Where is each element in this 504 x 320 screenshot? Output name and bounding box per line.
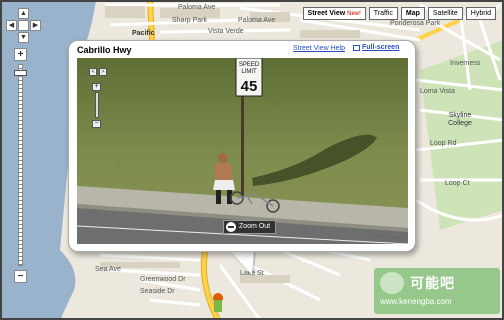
pan-right-button[interactable]: ▶ bbox=[30, 20, 41, 31]
zoom-out-icon bbox=[226, 222, 236, 232]
zoom-slider-thumb[interactable] bbox=[14, 70, 27, 76]
street-label: Paloma Ave bbox=[178, 4, 216, 11]
street-label: Sea Ave bbox=[95, 266, 121, 273]
street-label: Greenwood Dr bbox=[140, 276, 186, 283]
panorama-image: SPEED LIMIT 45 bbox=[77, 58, 408, 244]
street-view-label: Street View bbox=[307, 10, 346, 17]
sign-text-mid: LIMIT bbox=[241, 69, 257, 75]
satellite-button[interactable]: Satellite bbox=[427, 7, 463, 20]
street-label: Loop Ct bbox=[445, 180, 470, 187]
fullscreen-icon bbox=[353, 44, 360, 51]
info-window-tail bbox=[230, 251, 254, 275]
watermark-logo-icon bbox=[380, 272, 404, 294]
info-window-title: Cabrillo Hwy bbox=[77, 45, 132, 55]
zoom-slider-rail[interactable] bbox=[18, 64, 23, 266]
fullscreen-link[interactable]: Full-screen bbox=[353, 44, 399, 51]
traffic-button[interactable]: Traffic bbox=[368, 7, 398, 20]
street-view-button[interactable]: Street View New! bbox=[302, 7, 366, 20]
zoom-slider-rail[interactable] bbox=[95, 92, 99, 118]
pan-down-button[interactable]: ▼ bbox=[18, 32, 29, 43]
pan-up-button[interactable]: ▲ bbox=[18, 8, 29, 19]
pan-right-button[interactable]: > bbox=[99, 68, 107, 76]
map-type-buttons: Street View New! Traffic Map Satellite H… bbox=[302, 7, 496, 20]
pan-left-button[interactable]: < bbox=[89, 68, 97, 76]
watermark-url: www.kenengba.com bbox=[380, 297, 452, 306]
street-view-panorama[interactable]: SPEED LIMIT 45 < > + − Zoom Out © 2007 G… bbox=[77, 58, 408, 244]
street-view-help-link[interactable]: Street View Help bbox=[293, 45, 345, 52]
pan-left-button[interactable]: ◀ bbox=[6, 20, 17, 31]
sign-text-top: SPEED bbox=[239, 62, 260, 68]
street-label: Loop Rd bbox=[430, 140, 457, 147]
street-label: Sharp Park bbox=[172, 17, 208, 24]
zoom-out-button[interactable]: − bbox=[14, 270, 27, 283]
street-label: Ponderosa Park bbox=[390, 20, 441, 27]
street-label: Inverness bbox=[450, 60, 481, 67]
copyright: © 2007 Google bbox=[368, 235, 402, 241]
zoom-control: + − bbox=[14, 48, 28, 284]
map-button[interactable]: Map bbox=[400, 7, 425, 20]
new-badge: New! bbox=[347, 11, 361, 17]
area-label-skyline-college: Skyline College bbox=[448, 112, 472, 127]
street-view-info-window: Cabrillo Hwy Street View Help Full-scree… bbox=[68, 40, 416, 252]
zoom-in-button[interactable]: + bbox=[92, 83, 101, 91]
zoom-out-pill[interactable]: Zoom Out bbox=[223, 220, 277, 234]
watermark-chinese: 可能吧 bbox=[410, 275, 455, 291]
street-label: Pacific bbox=[132, 30, 155, 37]
street-label: Paloma Ave bbox=[238, 17, 276, 24]
pan-control: ▲ ◀ ▶ ▼ bbox=[6, 8, 42, 44]
pan-center-button[interactable] bbox=[18, 20, 29, 31]
hybrid-button[interactable]: Hybrid bbox=[465, 7, 496, 20]
street-label: Loma Vista bbox=[420, 88, 455, 95]
watermark-badge: 可能吧 www.kenengba.com bbox=[374, 268, 500, 314]
zoom-in-button[interactable]: + bbox=[14, 48, 27, 61]
sign-speed-value: 45 bbox=[241, 78, 258, 95]
zoom-out-label: Zoom Out bbox=[239, 223, 271, 230]
street-label: Vista Verde bbox=[208, 28, 244, 35]
zoom-out-button[interactable]: − bbox=[92, 120, 101, 128]
fullscreen-label: Full-screen bbox=[362, 44, 400, 51]
street-label: Seaside Dr bbox=[140, 288, 175, 295]
